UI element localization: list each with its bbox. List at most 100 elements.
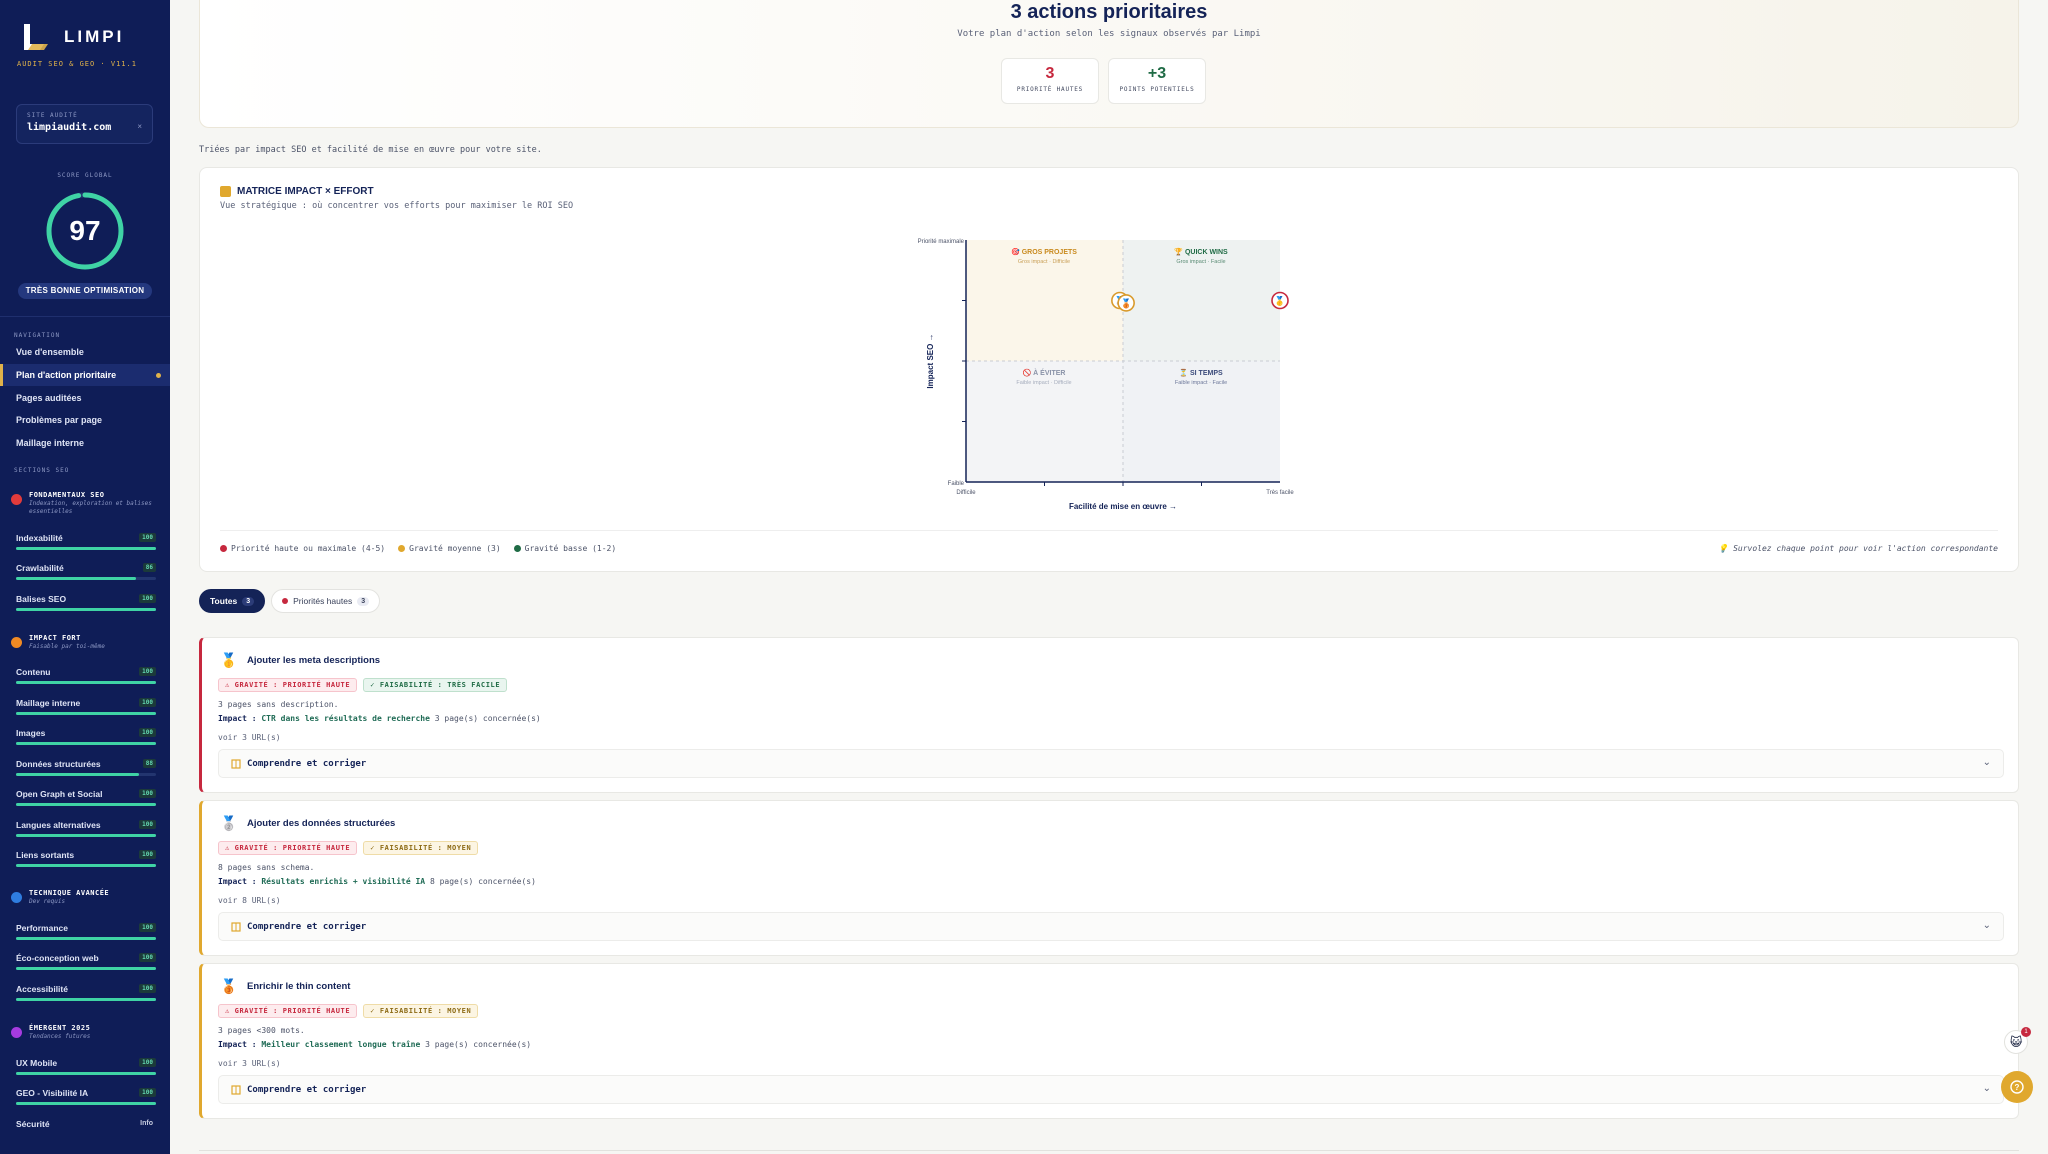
mascot-chat-button[interactable]: 😺 1	[2004, 1027, 2031, 1054]
metric-indexability[interactable]: Indexabilité 100	[16, 533, 156, 555]
action-badges: ⚠ GRAVITÉ : PRIORITÉ HAUTE ✓ FAISABILITÉ…	[218, 841, 479, 855]
medal-icon: 🥇	[1274, 295, 1285, 307]
filter-count: 3	[357, 596, 370, 606]
metric-open-graph[interactable]: Open Graph et Social 100	[16, 789, 156, 811]
potential-points-stat: +3 POINTS POTENTIELS	[1108, 58, 1206, 104]
metric-content[interactable]: Contenu 100	[16, 667, 156, 689]
metric-internal-linking[interactable]: Maillage interne 100	[16, 698, 156, 720]
nav-heading: NAVIGATION	[14, 332, 61, 339]
medal-icon: 🥉	[1121, 297, 1132, 309]
quadrant-if-time-sub: Faible impact · Facile	[1175, 380, 1227, 386]
help-button[interactable]: ?	[2001, 1071, 2033, 1103]
silver-medal-icon: 🥈	[220, 815, 238, 831]
nav-item-audited-pages[interactable]: Pages auditées	[0, 387, 170, 409]
metric-score: 100	[139, 953, 156, 962]
legend-label: Priorité haute ou maximale (4-5)	[231, 544, 386, 553]
quadrant-avoid-sub: Faible impact · Difficile	[1016, 380, 1071, 386]
impact-label: Impact :	[218, 877, 257, 886]
audited-site-label: SITE AUDITÉ	[27, 112, 78, 119]
sidebar: LIMPI AUDIT SEO & GEO · V11.1 SITE AUDIT…	[0, 0, 170, 1154]
bottom-divider	[199, 1150, 2019, 1151]
gravity-text: GRAVITÉ : PRIORITÉ HAUTE	[234, 681, 351, 689]
audited-site-box[interactable]: SITE AUDITÉ limpiaudit.com ×	[16, 104, 153, 144]
section-dot-icon	[11, 494, 22, 505]
metric-score: 100	[139, 533, 156, 542]
metric-fill	[16, 864, 156, 867]
metric-score: 100	[139, 789, 156, 798]
section-emerging[interactable]: ÉMERGENT 2025 Tendances futures	[0, 1024, 170, 1041]
gravity-text: GRAVITÉ : PRIORITÉ HAUTE	[234, 1007, 351, 1015]
metric-fill	[16, 712, 156, 715]
gravity-badge: ⚠ GRAVITÉ : PRIORITÉ HAUTE	[218, 1004, 358, 1018]
metric-name: Langues alternatives	[16, 820, 101, 830]
see-urls-link[interactable]: voir 3 URL(s)	[218, 733, 281, 742]
metric-bar	[16, 834, 156, 837]
metric-structured-data[interactable]: Données structurées 88	[16, 759, 156, 781]
matrix-point[interactable]: 🥇	[1271, 291, 1289, 310]
section-desc: Indexation, exploration et balises essen…	[29, 500, 152, 515]
metric-ux-mobile[interactable]: UX Mobile 100	[16, 1058, 156, 1080]
stat-label: PRIORITÉ HAUTES	[1016, 86, 1084, 93]
metric-bar	[16, 712, 156, 715]
section-advanced-tech[interactable]: TECHNIQUE AVANCÉE Dev requis	[0, 889, 170, 906]
section-high-impact[interactable]: IMPACT FORT Faisable par toi-même	[0, 634, 170, 651]
understand-fix-toggle[interactable]: Comprendre et corriger ⌄	[218, 1075, 2004, 1104]
legend-label: Gravité moyenne (3)	[409, 544, 501, 553]
section-desc: Dev requis	[29, 898, 66, 905]
action-detail: 8 pages sans schema.	[218, 863, 315, 872]
metric-geo-ai-visibility[interactable]: GEO - Visibilité IA 100	[16, 1088, 156, 1110]
metric-bar	[16, 967, 156, 970]
quadrant-if-time-title: ⏳ SI TEMPS	[1179, 368, 1223, 377]
matrix-title: MATRICE IMPACT × EFFORT	[220, 186, 374, 197]
legend-label: Gravité basse (1-2)	[524, 544, 617, 553]
notification-badge: 1	[2021, 1027, 2031, 1037]
x-axis-title: Facilité de mise en œuvre →	[1069, 502, 1177, 511]
metric-outbound-links[interactable]: Liens sortants 100	[16, 850, 156, 872]
filter-all[interactable]: Toutes 3	[199, 589, 266, 613]
clear-site-icon[interactable]: ×	[137, 122, 142, 131]
gravity-text: GRAVITÉ : PRIORITÉ HAUTE	[234, 844, 351, 852]
nav-item-overview[interactable]: Vue d'ensemble	[0, 341, 170, 363]
understand-fix-toggle[interactable]: Comprendre et corriger ⌄	[218, 912, 2004, 941]
metric-score: 100	[139, 1058, 156, 1067]
metric-seo-tags[interactable]: Balises SEO 100	[16, 594, 156, 616]
quadrant-quick-wins-title: 🏆 QUICK WINS	[1174, 247, 1228, 256]
metric-name: Données structurées	[16, 759, 101, 769]
metric-accessibility[interactable]: Accessibilité 100	[16, 984, 156, 1006]
metric-name: Liens sortants	[16, 850, 75, 860]
metric-name: GEO - Visibilité IA	[16, 1088, 89, 1098]
matrix-point[interactable]: 🥉	[1117, 294, 1135, 312]
expand-label: Comprendre et corriger	[247, 759, 367, 769]
nav-item-internal-linking[interactable]: Maillage interne	[0, 432, 170, 454]
filter-high-priority[interactable]: Priorités hautes 3	[271, 589, 381, 613]
action-title: Ajouter les meta descriptions	[247, 655, 381, 666]
metric-crawlability[interactable]: Crawlabilité 86	[16, 563, 156, 585]
book-icon	[231, 1085, 241, 1095]
impact-pages: 3 page(s) concernée(s)	[434, 714, 541, 723]
filter-count: 3	[242, 596, 255, 606]
legend-dot-icon	[220, 545, 227, 552]
metric-security[interactable]: Sécurité Info	[16, 1119, 156, 1141]
section-dot-icon	[11, 892, 22, 903]
metric-name: Images	[16, 728, 46, 738]
metric-images[interactable]: Images 100	[16, 728, 156, 750]
see-urls-link[interactable]: voir 8 URL(s)	[218, 896, 281, 905]
matrix-hint-text: Survolez chaque point pour voir l'action…	[1733, 544, 1998, 553]
see-urls-link[interactable]: voir 3 URL(s)	[218, 1059, 281, 1068]
action-detail: 3 pages <300 mots.	[218, 1026, 305, 1035]
filter-label: Priorités hautes	[293, 596, 353, 606]
y-axis-title: Impact SEO →	[926, 333, 935, 388]
x-left-label: Difficile	[956, 490, 976, 496]
nav-item-action-plan[interactable]: Plan d'action prioritaire	[0, 364, 170, 386]
impact-pages: 8 page(s) concernée(s)	[429, 877, 536, 886]
nav-item-issues-per-page[interactable]: Problèmes par page	[0, 409, 170, 431]
metric-performance[interactable]: Performance 100	[16, 923, 156, 945]
understand-fix-toggle[interactable]: Comprendre et corriger ⌄	[218, 749, 2004, 778]
action-title: Enrichir le thin content	[247, 981, 351, 992]
metric-alt-languages[interactable]: Langues alternatives 100	[16, 820, 156, 842]
metric-eco-design[interactable]: Éco-conception web 100	[16, 953, 156, 975]
brand-logo[interactable]: LIMPI	[20, 22, 124, 52]
section-fundamentals[interactable]: FONDAMENTAUX SEO Indexation, exploration…	[0, 491, 170, 516]
feasibility-badge: ✓ FAISABILITÉ : TRÈS FACILE	[363, 678, 508, 692]
metric-name: Performance	[16, 923, 68, 933]
